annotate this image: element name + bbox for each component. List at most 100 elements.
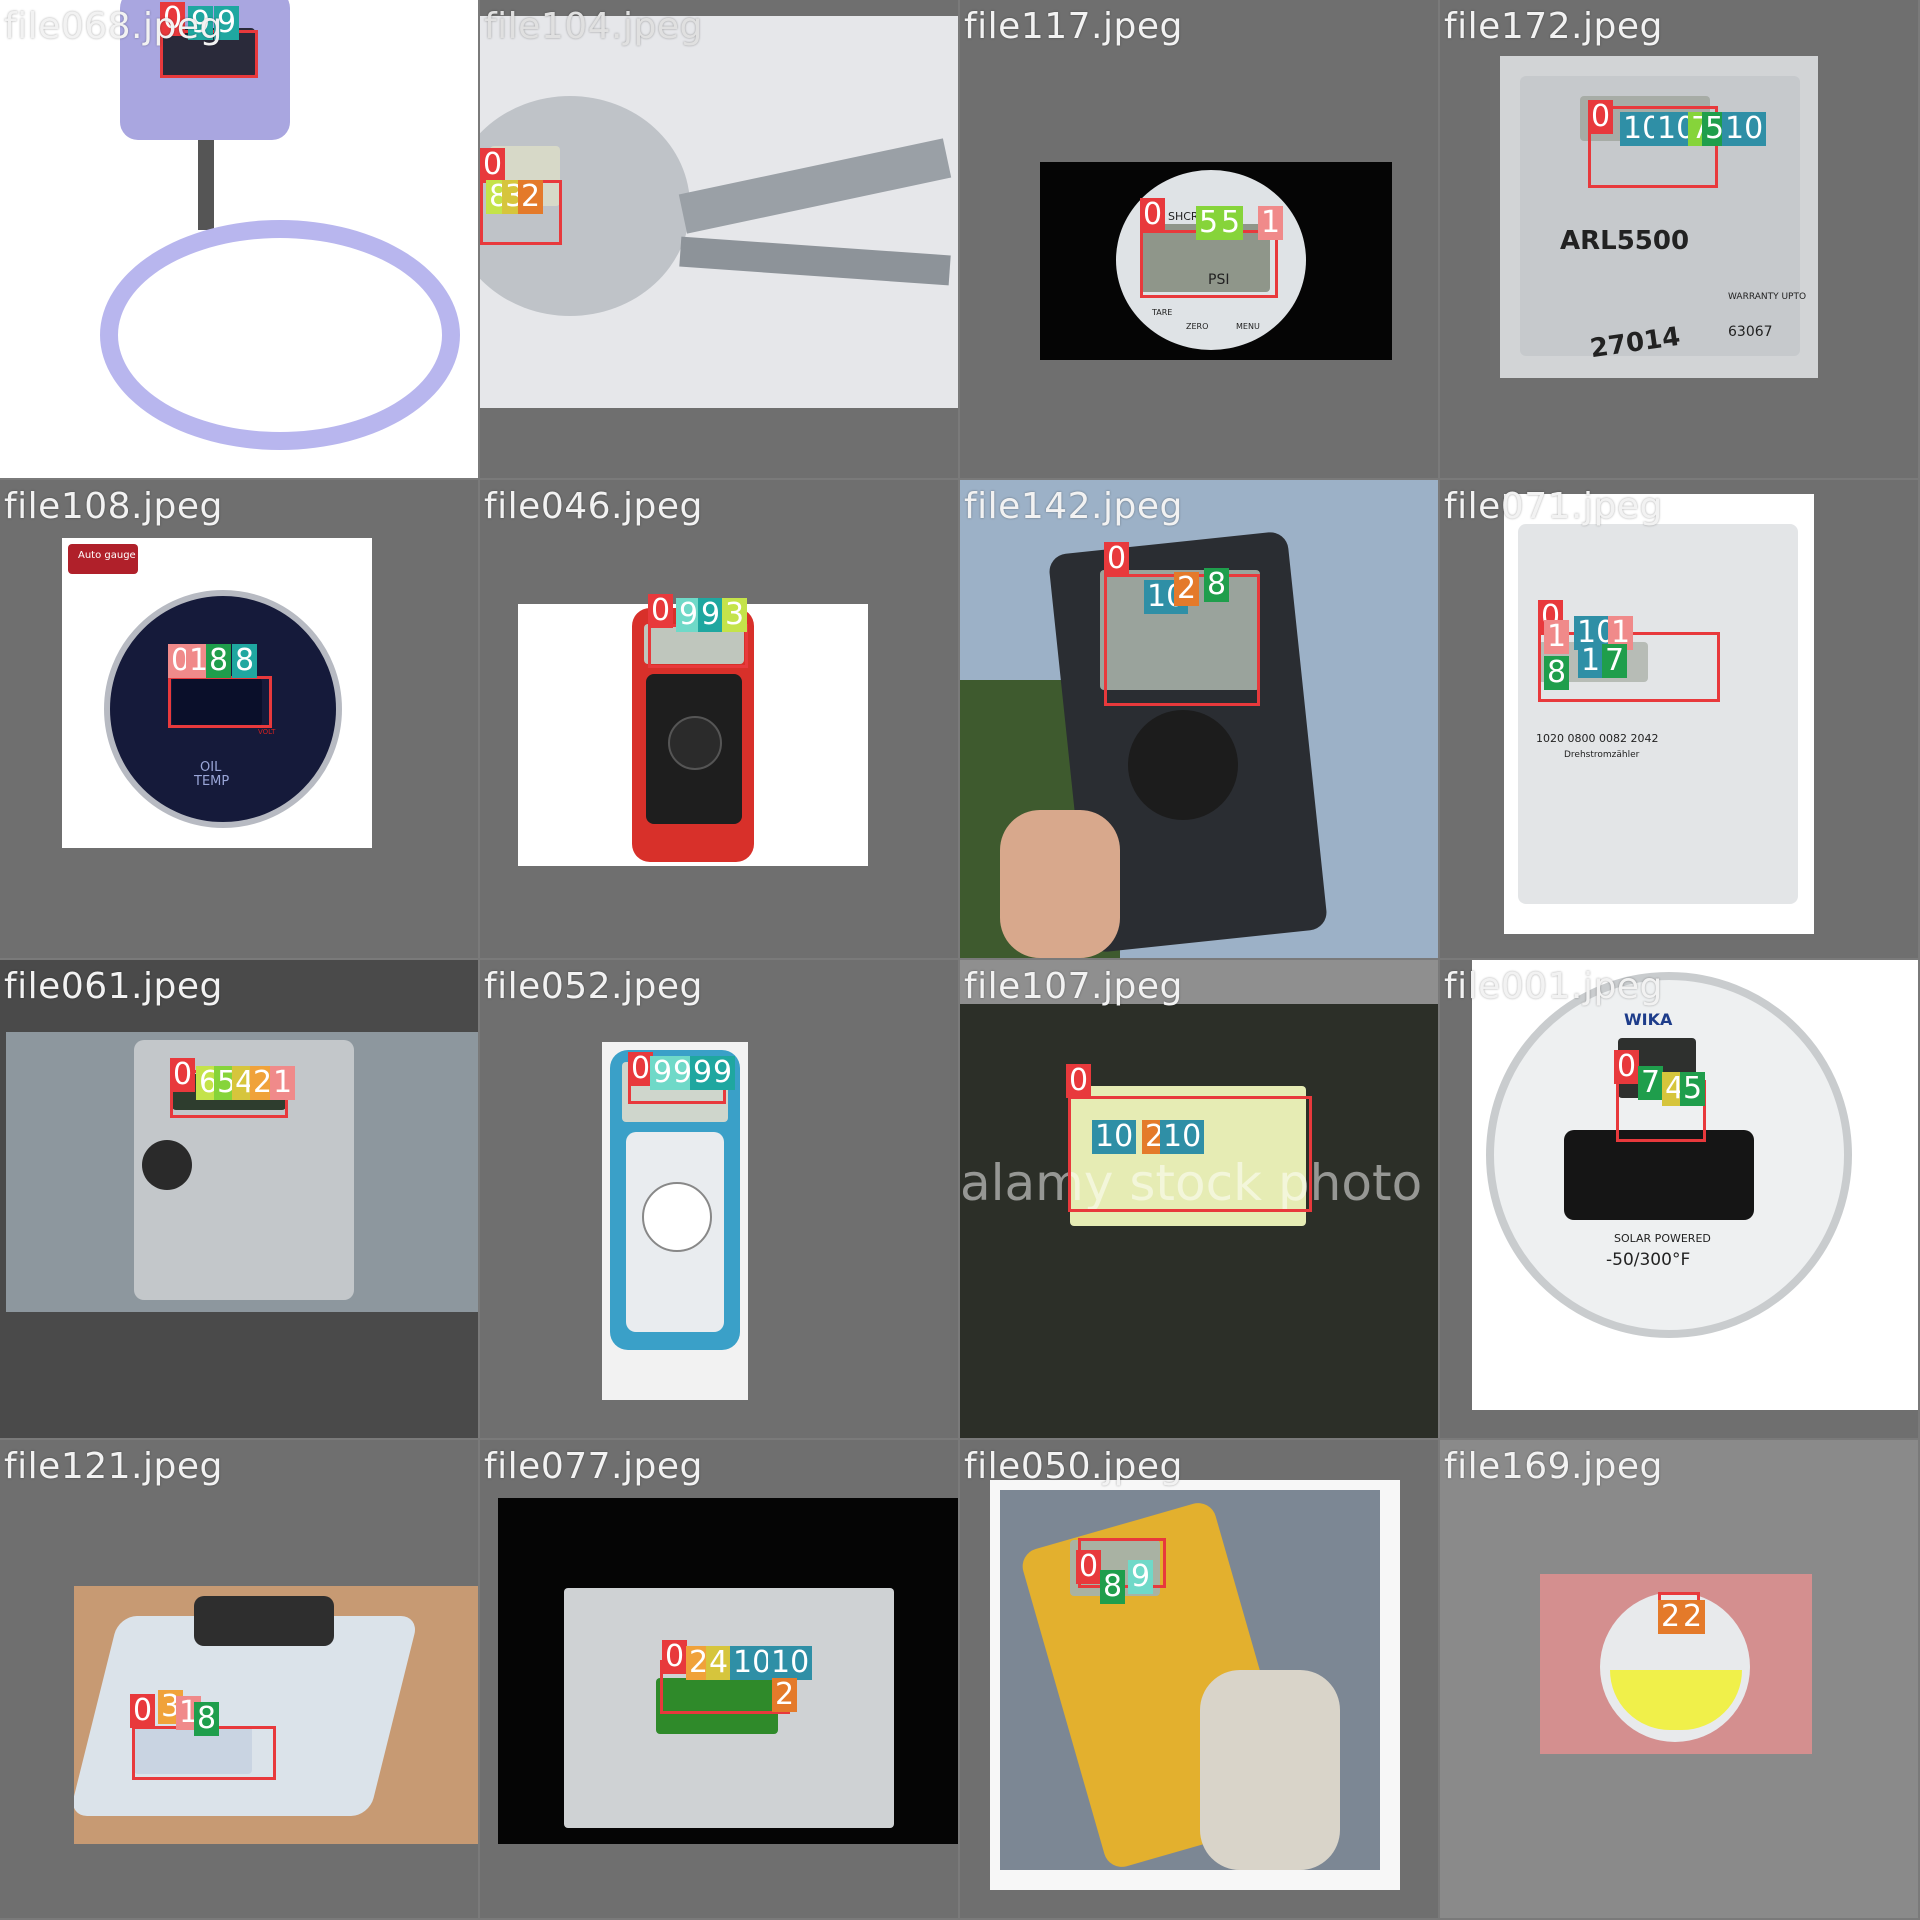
tile-file071[interactable]: 1020 0800 0082 2042 Drehstromzähler 0 1 … [1440, 480, 1918, 958]
tag-display: 0 [1588, 100, 1614, 134]
file-label: file121.jpeg [4, 1446, 223, 1487]
tag-digit: 3 [722, 598, 748, 632]
rotary-dial [642, 1182, 712, 1252]
file-label: file169.jpeg [1444, 1446, 1663, 1487]
tile-file052[interactable]: 0 9 9 9 9 file052.jpeg [480, 960, 958, 1438]
photo-wika-thermometer: WIKA SOLAR POWERED -50/300°F [1472, 960, 1918, 1410]
tag-digit: 8 [1100, 1570, 1126, 1604]
file-label: file068.jpeg [4, 6, 223, 47]
scale-body [74, 1616, 419, 1816]
tag-display: 0 [1614, 1050, 1640, 1084]
tile-file121[interactable]: 0 3 1 8 file121.jpeg [0, 1440, 478, 1918]
display-box [168, 676, 272, 728]
detection-mosaic: 0 9 9 file068.jpeg 0 8 3 2 file104.jpeg … [0, 0, 1920, 1920]
tile-file001[interactable]: WIKA SOLAR POWERED -50/300°F 0 7 4 5 fil… [1440, 960, 1918, 1438]
tile-file117[interactable]: SHCROF PSI ZERO MENU TARE 0 5 5 1 file11… [960, 0, 1438, 478]
solar-text: SOLAR POWERED [1614, 1232, 1711, 1245]
serial-text: 63067 [1728, 324, 1773, 340]
meter-id-text: 1020 0800 0082 2042 [1536, 732, 1659, 745]
tile-file142[interactable]: 0 10 2 8 file142.jpeg [960, 480, 1438, 958]
file-label: file104.jpeg [484, 6, 703, 47]
photo-drehstrom-meter: 1020 0800 0082 2042 Drehstromzähler [1504, 494, 1814, 934]
file-label: file050.jpeg [964, 1446, 1183, 1487]
tag-digit: 8 [232, 644, 258, 678]
rotary-dial [1128, 710, 1238, 820]
tag-digit: 1 [1544, 620, 1570, 654]
tag-digit: 5 [1680, 1072, 1706, 1106]
solar-panel [1564, 1130, 1754, 1220]
tile-file169[interactable]: 2 2 file169.jpeg [1440, 1440, 1918, 1918]
tile-file107[interactable]: alamy stock photo 0 10 2 10 file107.jpeg [960, 960, 1438, 1438]
tag-digit: 10 [1160, 1120, 1205, 1154]
hose [100, 220, 460, 450]
tag-digit: 2 [1174, 572, 1200, 606]
photo-energy-meter: ARL5500 27014 63067 WARRANTY UPTO [1500, 56, 1818, 378]
brand-text: Auto gauge [78, 550, 136, 561]
file-label: file108.jpeg [4, 486, 223, 527]
tile-file068[interactable]: 0 9 9 file068.jpeg [0, 0, 478, 478]
tag-digit: 7 [1602, 644, 1628, 678]
file-label: file172.jpeg [1444, 6, 1663, 47]
rotary-dial [668, 716, 722, 770]
tile-file104[interactable]: 0 8 3 2 file104.jpeg [480, 0, 958, 478]
tag-display: 0 [648, 594, 674, 628]
caliper-arm [679, 236, 951, 286]
photo-yellow-multimeter [990, 1480, 1400, 1890]
optical-port [142, 1140, 192, 1190]
tag-digit: 7 [1638, 1066, 1664, 1100]
hand [1000, 810, 1120, 958]
range-text: -50/300°F [1606, 1250, 1691, 1270]
tile-file172[interactable]: ARL5500 27014 63067 WARRANTY UPTO 0 10 1… [1440, 0, 1918, 478]
button-text: ZERO [1186, 322, 1209, 331]
tag-digit: 2 [1680, 1600, 1706, 1634]
tag-display: 0 [1104, 542, 1130, 576]
button-text: TARE [1152, 308, 1173, 317]
tag-digit: 5 [1218, 206, 1244, 240]
display-box [1068, 1096, 1312, 1212]
tile-file108[interactable]: Auto gauge OIL TEMP VOLT 0 1 8 8 file108… [0, 480, 478, 958]
brand-logo: Auto gauge [68, 544, 138, 574]
meter-body [1518, 524, 1798, 904]
file-label: file117.jpeg [964, 6, 1183, 47]
tag-digit: 4 [706, 1646, 732, 1680]
tag-digit: 8 [194, 1702, 220, 1736]
file-label: file001.jpeg [1444, 966, 1663, 1007]
tag-digit: 2 [518, 180, 544, 214]
warranty-text: WARRANTY UPTO [1728, 292, 1807, 302]
display-box [1140, 230, 1278, 298]
tag-digit: 10 [1722, 112, 1767, 146]
file-label: file142.jpeg [964, 486, 1183, 527]
label-text: VOLT [258, 728, 276, 736]
tile-file061[interactable]: 0 6 5 4 2 1 file061.jpeg [0, 960, 478, 1438]
handwritten-text: ARL5500 [1560, 226, 1690, 256]
meter-type-text: Drehstromzähler [1564, 750, 1640, 760]
scale-load [194, 1596, 334, 1646]
tag-display: 0 [1066, 1064, 1092, 1098]
tag-digit: 10 [1092, 1120, 1137, 1154]
tag-digit: 9 [710, 1056, 736, 1090]
tile-file077[interactable]: 0 2 4 10 10 2 file077.jpeg [480, 1440, 958, 1918]
file-label: file052.jpeg [484, 966, 703, 1007]
file-label: file107.jpeg [964, 966, 1183, 1007]
tag-digit: 9 [698, 598, 724, 632]
tag-digit: 1 [1258, 206, 1284, 240]
tile-file050[interactable]: 0 8 9 file050.jpeg [960, 1440, 1438, 1918]
tag-display: 0 [1076, 1550, 1102, 1584]
tag-display: 0 [480, 148, 506, 182]
tag-digit: 9 [1128, 1560, 1154, 1594]
file-label: file071.jpeg [1444, 486, 1663, 527]
file-label: file046.jpeg [484, 486, 703, 527]
brand-text: WIKA [1624, 1010, 1673, 1029]
hose-fitting [198, 140, 214, 230]
photo-handheld-multimeter [960, 480, 1438, 958]
tile-file046[interactable]: 0 9 9 3 file046.jpeg [480, 480, 958, 958]
tag-digit: 1 [270, 1066, 296, 1100]
photo-backlit-display: alamy stock photo [960, 1004, 1438, 1438]
glove [1200, 1670, 1340, 1870]
tag-display: 0 [662, 1640, 688, 1674]
caliper-arm [678, 138, 952, 234]
tag-digit: 2 [772, 1678, 798, 1712]
tag-digit: 10 [768, 1646, 813, 1680]
tag-digit: 8 [1204, 568, 1230, 602]
button-text: MENU [1236, 322, 1260, 331]
